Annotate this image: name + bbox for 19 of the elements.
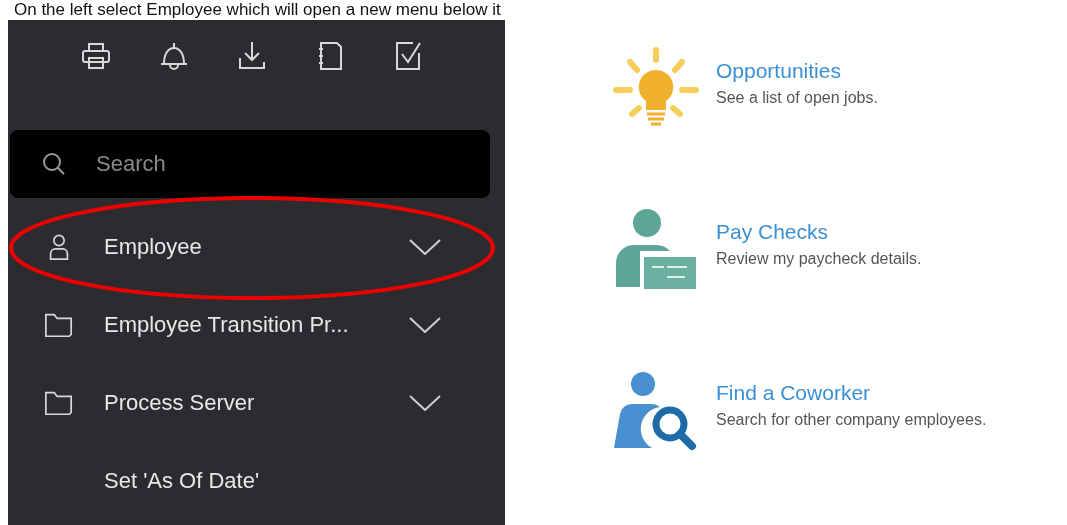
chevron-down-icon[interactable] (409, 239, 441, 255)
search-field[interactable]: Search (10, 130, 490, 198)
menu-item[interactable]: Process Server (8, 364, 505, 442)
chevron-down-icon[interactable] (409, 317, 441, 333)
folder-icon (44, 389, 74, 417)
search-input[interactable]: Search (94, 150, 438, 178)
tile-description: Search for other company employees. (716, 411, 987, 429)
printer-icon[interactable] (80, 40, 112, 72)
menu-item[interactable]: Set 'As Of Date' (8, 442, 505, 520)
chevron-down-icon[interactable] (409, 395, 441, 411)
caption-text: On the left select Employee which will open a new menu below it (13, 0, 502, 20)
tile-description: Review my paycheck details. (716, 250, 922, 268)
download-icon[interactable] (236, 40, 268, 72)
bell-icon[interactable] (158, 40, 190, 72)
menu-item[interactable]: Employee (8, 208, 505, 286)
tile-description: See a list of open jobs. (716, 89, 878, 107)
folder-icon (44, 311, 74, 339)
search-icon (42, 152, 66, 176)
menu-item[interactable]: Employee Transition Pr... (8, 286, 505, 364)
